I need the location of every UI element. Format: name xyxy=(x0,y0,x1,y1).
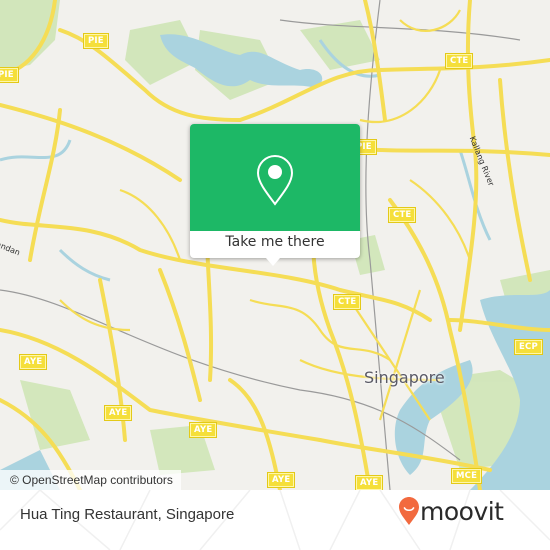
road xyxy=(59,299,131,332)
highway-shield-pie: PIE xyxy=(83,33,109,49)
highway-shield-aye: AYE xyxy=(18,354,48,370)
footer-bar: Hua Ting Restaurant, Singapore moovit xyxy=(0,490,550,550)
take-me-there-button[interactable]: Take me there xyxy=(190,231,360,258)
road xyxy=(158,268,202,402)
map-pin-icon xyxy=(256,154,294,206)
highway-shield-ecp: ECP xyxy=(514,339,543,355)
highway-shield-aye: AYE xyxy=(354,475,384,490)
map-attribution[interactable]: © OpenStreetMap contributors xyxy=(0,470,181,490)
highway-shield-pie: PIE xyxy=(0,67,19,83)
river xyxy=(0,139,72,162)
highway-shield-cte: CTE xyxy=(332,294,362,310)
river xyxy=(58,248,111,282)
place-name: Hua Ting Restaurant, Singapore xyxy=(20,506,235,523)
highway-shield-aye: AYE xyxy=(266,472,296,488)
road-cte xyxy=(458,0,479,332)
highway-shield-cte: CTE xyxy=(444,53,474,69)
highway-shield-aye: AYE xyxy=(103,405,133,421)
road-pie xyxy=(0,103,182,182)
road xyxy=(28,108,62,262)
moovit-logo-pin-icon xyxy=(399,497,419,525)
moovit-logo[interactable]: moovit xyxy=(420,497,504,526)
road xyxy=(498,78,532,282)
popup-header xyxy=(190,124,360,231)
location-popup: Take me there xyxy=(190,124,360,258)
city-label-singapore: Singapore xyxy=(364,368,445,387)
park-area xyxy=(20,380,90,450)
highway-shield-mce: MCE xyxy=(450,468,483,484)
road xyxy=(399,9,461,32)
highway-shield-cte: CTE xyxy=(387,207,417,223)
highway-shield-aye: AYE xyxy=(188,422,218,438)
road xyxy=(349,299,431,421)
road xyxy=(119,188,182,261)
popup-pointer xyxy=(266,258,280,266)
